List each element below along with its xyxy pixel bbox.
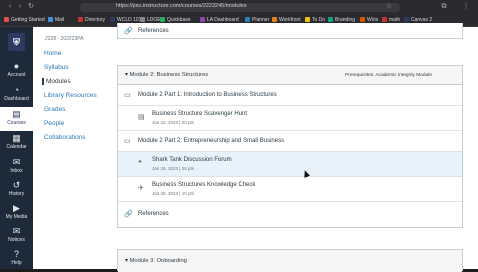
reload-icon[interactable]: ↻	[27, 3, 35, 11]
item-meta: Jan 22, 2023 | 20 pts	[152, 120, 194, 125]
nav-notices[interactable]: ✉ Notices	[0, 226, 33, 243]
course-nav-collaborations[interactable]: Collaborations	[44, 134, 86, 141]
dashboard-icon: ◔	[13, 85, 20, 95]
page-icon: ▭	[124, 92, 131, 99]
nav-courses[interactable]: ▤ Courses	[0, 107, 33, 131]
nav-help[interactable]: ? Help	[0, 249, 33, 266]
module-item[interactable]: ❝ Shark Tank Discussion Forum Jan 29, 20…	[118, 152, 462, 177]
module-prerequisites: Prerequisites: Academic Integrity Module	[345, 73, 432, 78]
link-icon: 🔗	[124, 28, 133, 35]
bookmark[interactable]: Getting Started	[4, 17, 45, 23]
star-icon[interactable]: ☆	[385, 3, 393, 11]
nav-inbox[interactable]: ✉ Inbox	[0, 157, 33, 174]
item-meta: Jan 29, 2023 | 25 pts	[152, 166, 194, 171]
course-nav-library-resources[interactable]: Library Resources	[44, 92, 97, 99]
item-title[interactable]: Module 2 Part 1: Introduction to Busines…	[138, 92, 277, 98]
browser-toolbar: ‹ › ↻ https://psu.instructure.com/course…	[0, 0, 478, 14]
item-meta: Jan 29, 2023 | 10 pts	[152, 191, 194, 196]
page-icon: ▭	[124, 138, 131, 145]
nav-calendar[interactable]: ▦ Calendar	[0, 133, 33, 150]
nav-history[interactable]: ↺ History	[0, 180, 33, 197]
link-icon: 🔗	[124, 211, 133, 218]
nav-account[interactable]: ● Account	[0, 61, 33, 78]
module-2: ▾ Module 2: Business Structures Prerequi…	[117, 65, 463, 228]
module-header[interactable]: ▾ Module 2: Business Structures Prerequi…	[118, 66, 462, 85]
back-icon[interactable]: ‹	[6, 3, 14, 11]
module-item[interactable]: ✈ Business Structures Knowledge Check Ja…	[118, 177, 462, 202]
nav-my-media[interactable]: ▶ My Media	[0, 203, 33, 220]
menu-icon[interactable]: ⋮	[462, 3, 470, 11]
media-icon: ▶	[13, 203, 20, 213]
item-title[interactable]: Business Structure Scavenger Hunt	[152, 111, 247, 117]
module-1-tail: 🔗 References	[117, 23, 463, 39]
forward-icon[interactable]: ›	[16, 3, 24, 11]
item-title[interactable]: References	[138, 211, 169, 217]
discussion-icon: ❝	[138, 160, 142, 167]
module-title: ▾ Module 2: Business Structures	[125, 72, 209, 78]
history-icon: ↺	[12, 180, 21, 190]
item-title[interactable]: Module 2 Part 2: Entrepreneurship and Sm…	[138, 138, 284, 144]
course-nav-people[interactable]: People	[44, 120, 64, 127]
quiz-icon: ✈	[138, 185, 144, 192]
module-item[interactable]: 🔗 References	[118, 23, 462, 39]
assignment-icon: ▤	[138, 114, 145, 121]
courses-icon: ▤	[12, 109, 21, 119]
nav-dashboard[interactable]: ◔ Dashboard	[0, 85, 33, 102]
module-item[interactable]: ▭ Module 2 Part 1: Introduction to Busin…	[118, 85, 462, 106]
module-title: ▾ Module 3: Onboarding	[125, 258, 187, 264]
course-nav-modules[interactable]: Modules	[42, 78, 71, 85]
calendar-icon: ▦	[12, 133, 21, 143]
inbox-icon: ✉	[12, 157, 21, 167]
address-text[interactable]: https://psu.instructure.com/courses/2223…	[116, 3, 247, 9]
help-icon: ?	[13, 249, 19, 259]
account-icon: ●	[13, 61, 20, 71]
item-title[interactable]: References	[138, 28, 169, 34]
notices-icon: ✉	[12, 226, 21, 236]
course-nav-grades[interactable]: Grades	[44, 106, 65, 113]
bookmark[interactable]: Directory	[78, 17, 105, 23]
course-nav-home[interactable]: Home	[44, 50, 61, 57]
item-title[interactable]: Shark Tank Discussion Forum	[152, 157, 232, 163]
bookmark[interactable]: Mail	[48, 17, 64, 23]
module-item[interactable]: 🔗 References	[118, 202, 462, 227]
item-title[interactable]: Business Structures Knowledge Check	[152, 182, 255, 188]
module-item[interactable]: ▭ Module 2 Part 2: Entrepreneurship and …	[118, 131, 462, 152]
course-code: 2228 · 202223PA	[45, 36, 84, 42]
extensions-icon[interactable]: ⧉	[440, 3, 448, 11]
global-nav: ⛨ ● Account ◔ Dashboard ▤ Courses ▦ Calendar…	[0, 27, 33, 269]
module-3: ▾ Module 3: Onboarding	[117, 249, 463, 272]
course-page: 2228 · 202223PA Home Syllabus Modules Li…	[33, 23, 478, 272]
module-item[interactable]: ▤ Business Structure Scavenger Hunt Jan …	[118, 106, 462, 131]
psu-logo[interactable]: ⛨	[8, 33, 25, 51]
course-nav-syllabus[interactable]: Syllabus	[44, 64, 69, 71]
